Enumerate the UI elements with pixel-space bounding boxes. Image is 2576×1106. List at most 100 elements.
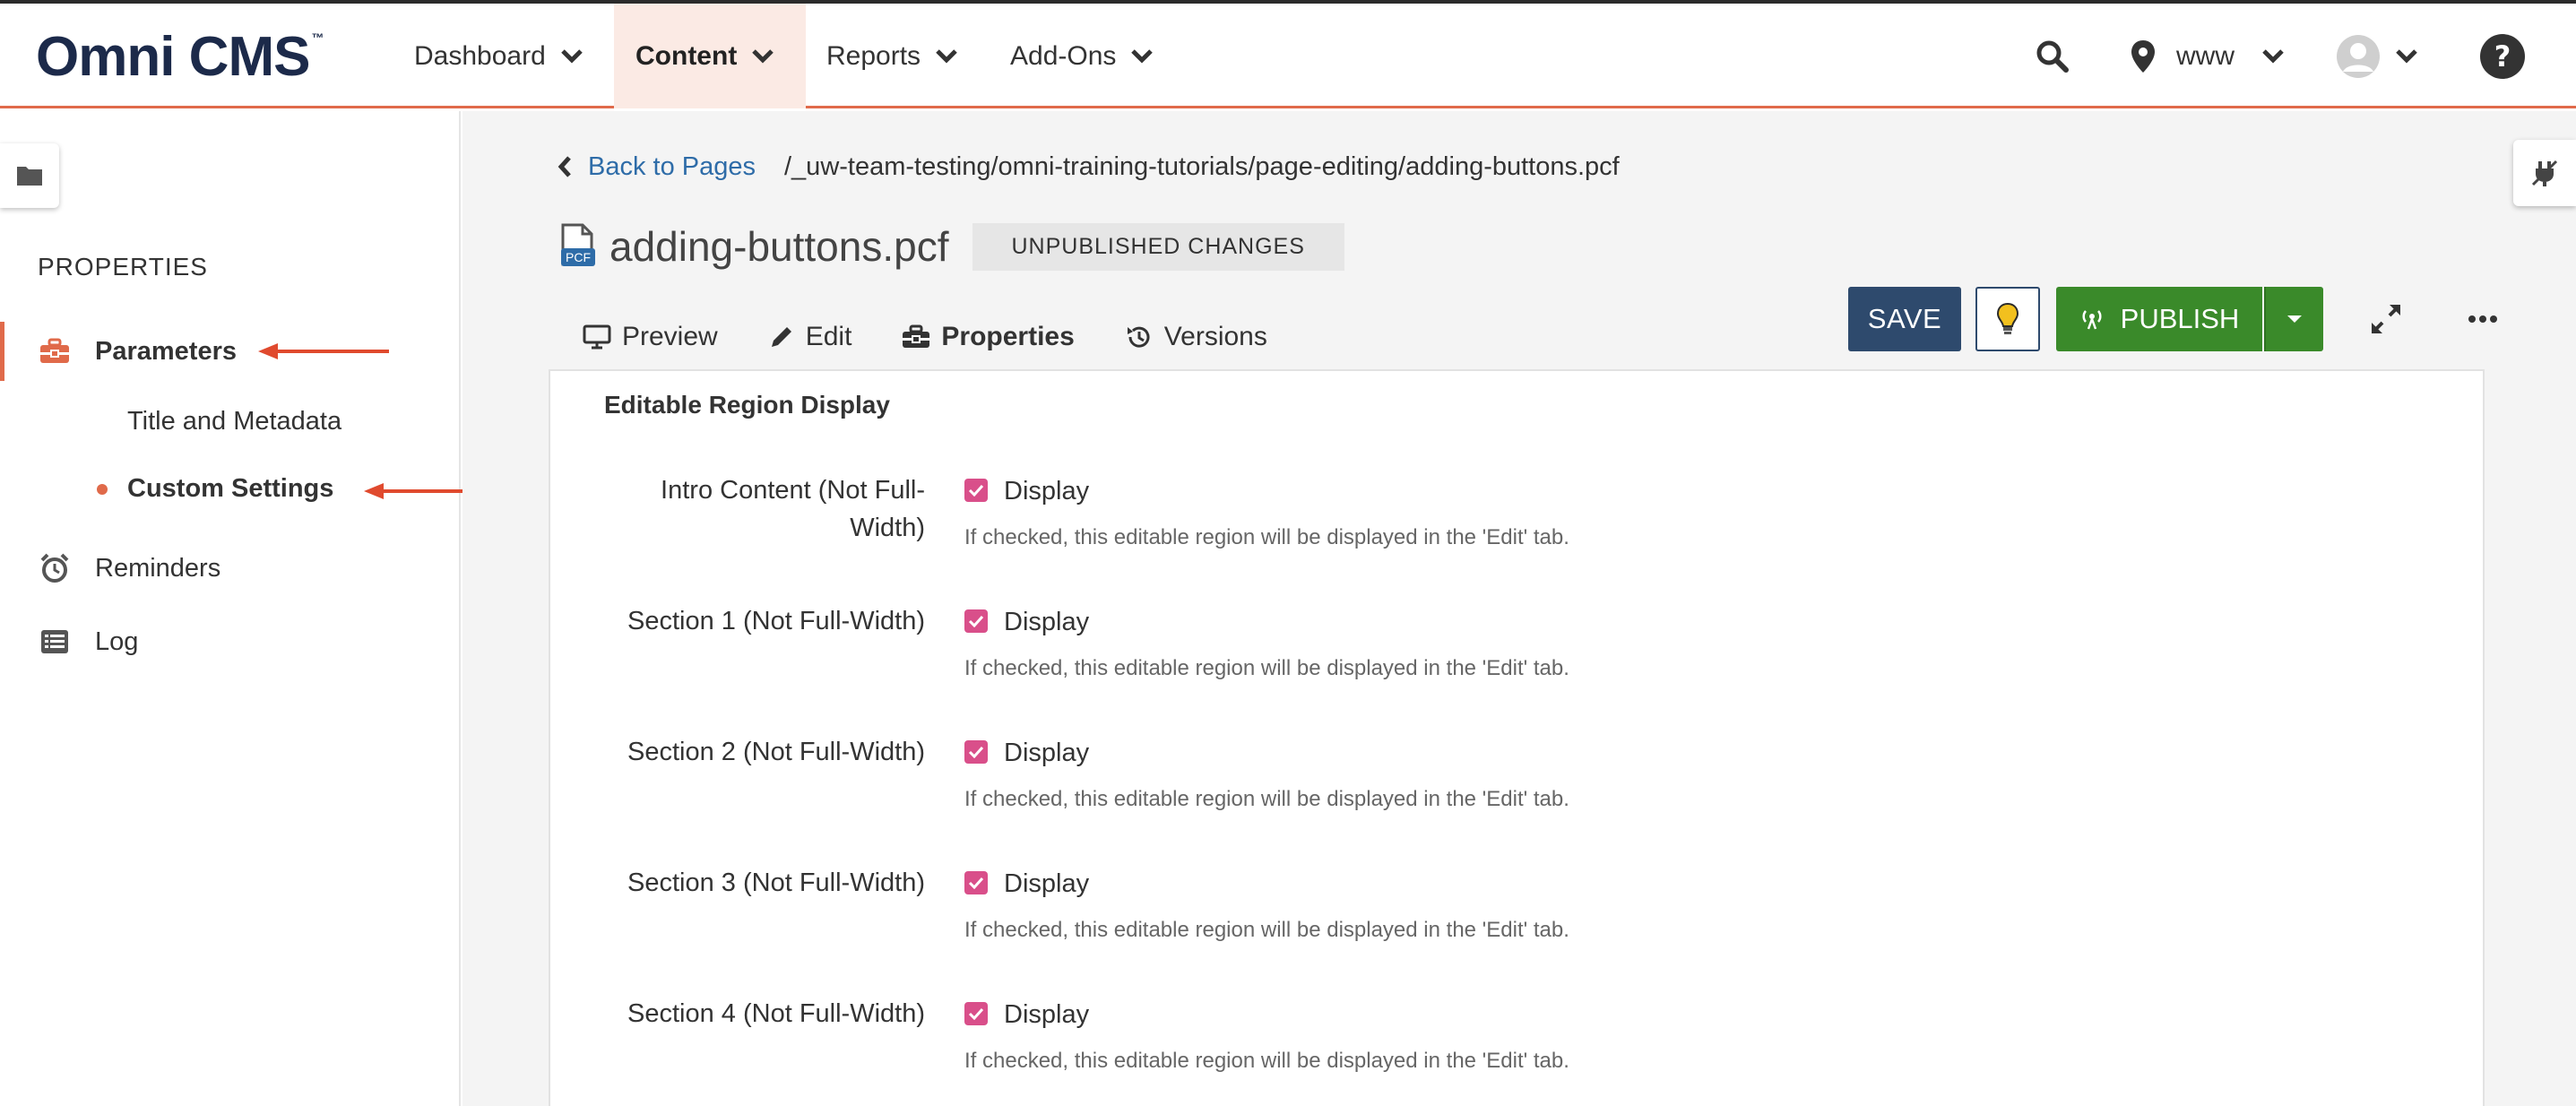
alarm-clock-icon (39, 553, 70, 583)
sidebar-item-label: Reminders (95, 553, 221, 583)
breadcrumb: Back to Pages /_uw-team-testing/omni-tra… (558, 149, 1620, 185)
region-label-line: Width) (850, 514, 925, 542)
list-icon (39, 626, 70, 657)
publish-options-dropdown[interactable] (2264, 287, 2323, 351)
pcf-file-icon: PCF (561, 223, 595, 266)
tab-label: Properties (941, 322, 1075, 351)
checkbox-label[interactable]: Display (1004, 477, 1089, 506)
checkmark-icon (968, 615, 984, 627)
top-nav-bar: Omni CMS ™ Dashboard Content Reports Add… (0, 4, 2576, 108)
chevron-down-icon (752, 48, 774, 64)
nav-reports[interactable]: Reports (826, 4, 958, 108)
region-label-section-2: Section 2 (Not Full-Width) (627, 738, 925, 766)
region-label-line: Intro Content (Not Full- (661, 476, 925, 505)
region-label-intro: Intro Content (Not Full- Width) (566, 471, 925, 547)
view-tabs: Preview Edit Properties Versions (558, 299, 1292, 375)
region-label-section-4: Section 4 (Not Full-Width) (627, 999, 925, 1028)
site-selector[interactable]: www (2130, 4, 2285, 108)
region-label-section-1: Section 1 (Not Full-Width) (627, 607, 925, 635)
save-button[interactable]: SAVE (1848, 287, 1961, 351)
sidebar-item-title-metadata[interactable]: Title and Metadata (127, 407, 341, 436)
sidebar-item-label: Parameters (95, 336, 237, 366)
tab-label: Preview (622, 322, 718, 351)
help-icon: ? (2480, 33, 2525, 79)
annotation-arrow-parameters (258, 343, 389, 359)
chevron-down-icon (936, 48, 957, 64)
region-label-section-3: Section 3 (Not Full-Width) (627, 868, 925, 897)
back-to-pages-link[interactable]: Back to Pages (588, 152, 756, 182)
properties-panel: Editable Region Display Intro Content (N… (549, 369, 2485, 1106)
panel-title: Editable Region Display (604, 391, 890, 419)
sidebar-item-reminders[interactable]: Reminders (0, 541, 459, 595)
avatar (2337, 34, 2380, 78)
checkbox-label[interactable]: Display (1004, 739, 1089, 768)
sidebar-item-custom-settings[interactable]: Custom Settings (127, 474, 333, 504)
tab-versions[interactable]: Versions (1100, 299, 1292, 375)
checkbox-label[interactable]: Display (1004, 608, 1089, 637)
sidebar-item-log[interactable]: Log (0, 615, 459, 669)
search-button[interactable] (2035, 4, 2070, 108)
toolbox-icon (39, 336, 70, 367)
help-text: If checked, this editable region will be… (964, 525, 1569, 549)
ellipsis-icon (2468, 315, 2497, 323)
nav-add-ons-label: Add-Ons (1010, 40, 1117, 71)
properties-sidebar: PROPERTIES Parameters Title and Metadata… (0, 111, 493, 1106)
chevron-down-icon (2396, 48, 2417, 64)
gadgets-toggle[interactable] (2513, 140, 2576, 206)
tab-edit[interactable]: Edit (743, 299, 877, 375)
plug-icon (2531, 160, 2558, 186)
sidebar-heading: PROPERTIES (38, 253, 208, 281)
checkmark-icon (968, 484, 984, 497)
pcf-file-badge: PCF (566, 250, 591, 264)
help-text: If checked, this editable region will be… (964, 787, 1569, 811)
search-icon (2036, 40, 2069, 73)
chevron-down-icon (2262, 48, 2284, 64)
tab-preview[interactable]: Preview (558, 299, 743, 375)
lightbulb-icon (1996, 302, 2019, 334)
display-checkbox-section-3[interactable] (964, 871, 988, 894)
tab-properties[interactable]: Properties (877, 299, 1101, 375)
history-icon (1127, 326, 1150, 348)
tab-label: Versions (1163, 322, 1267, 351)
tab-label: Edit (805, 322, 852, 351)
nav-add-ons[interactable]: Add-Ons (1010, 4, 1154, 108)
display-checkbox-section-1[interactable] (964, 609, 988, 633)
expand-icon (2372, 305, 2400, 333)
file-path: /_uw-team-testing/omni-training-tutorial… (784, 151, 1620, 181)
logo-trademark: ™ (311, 30, 324, 45)
help-text: If checked, this editable region will be… (964, 656, 1569, 680)
user-menu[interactable] (2336, 4, 2418, 108)
chevron-down-icon (560, 48, 583, 64)
nav-content-label: Content (635, 40, 738, 71)
display-checkbox-intro[interactable] (964, 479, 988, 502)
checkbox-label[interactable]: Display (1004, 869, 1089, 899)
page-title: adding-buttons.pcf (609, 223, 949, 270)
main-content: Back to Pages /_uw-team-testing/omni-tra… (462, 111, 2576, 1106)
content-tips-button[interactable] (1975, 287, 2040, 351)
chevron-left-icon (558, 156, 571, 177)
help-button[interactable]: ? (2479, 4, 2526, 108)
map-pin-icon (2131, 39, 2155, 73)
broadcast-icon (2082, 310, 2102, 330)
checkmark-icon (968, 877, 984, 889)
status-badge: UNPUBLISHED CHANGES (972, 222, 1344, 271)
file-navigation-toggle[interactable] (0, 143, 59, 208)
checkmark-icon (968, 1007, 984, 1020)
display-checkbox-section-4[interactable] (964, 1002, 988, 1025)
current-item-dot (97, 484, 108, 495)
display-checkbox-section-2[interactable] (964, 740, 988, 764)
nav-content[interactable]: Content (614, 4, 806, 108)
publish-label: PUBLISH (2120, 303, 2240, 334)
publish-button[interactable]: PUBLISH (2056, 287, 2262, 351)
folder-icon (17, 167, 42, 186)
nav-dashboard[interactable]: Dashboard (414, 4, 583, 108)
nav-reports-label: Reports (826, 40, 921, 71)
checkmark-icon (968, 746, 984, 758)
checkbox-label[interactable]: Display (1004, 1000, 1089, 1030)
help-text: If checked, this editable region will be… (964, 1049, 1569, 1073)
help-text: If checked, this editable region will be… (964, 918, 1569, 942)
pencil-icon (771, 327, 791, 347)
omni-cms-logo[interactable]: Omni CMS ™ (36, 25, 324, 88)
fullscreen-button[interactable] (2354, 287, 2418, 351)
more-options-button[interactable] (2451, 287, 2515, 351)
